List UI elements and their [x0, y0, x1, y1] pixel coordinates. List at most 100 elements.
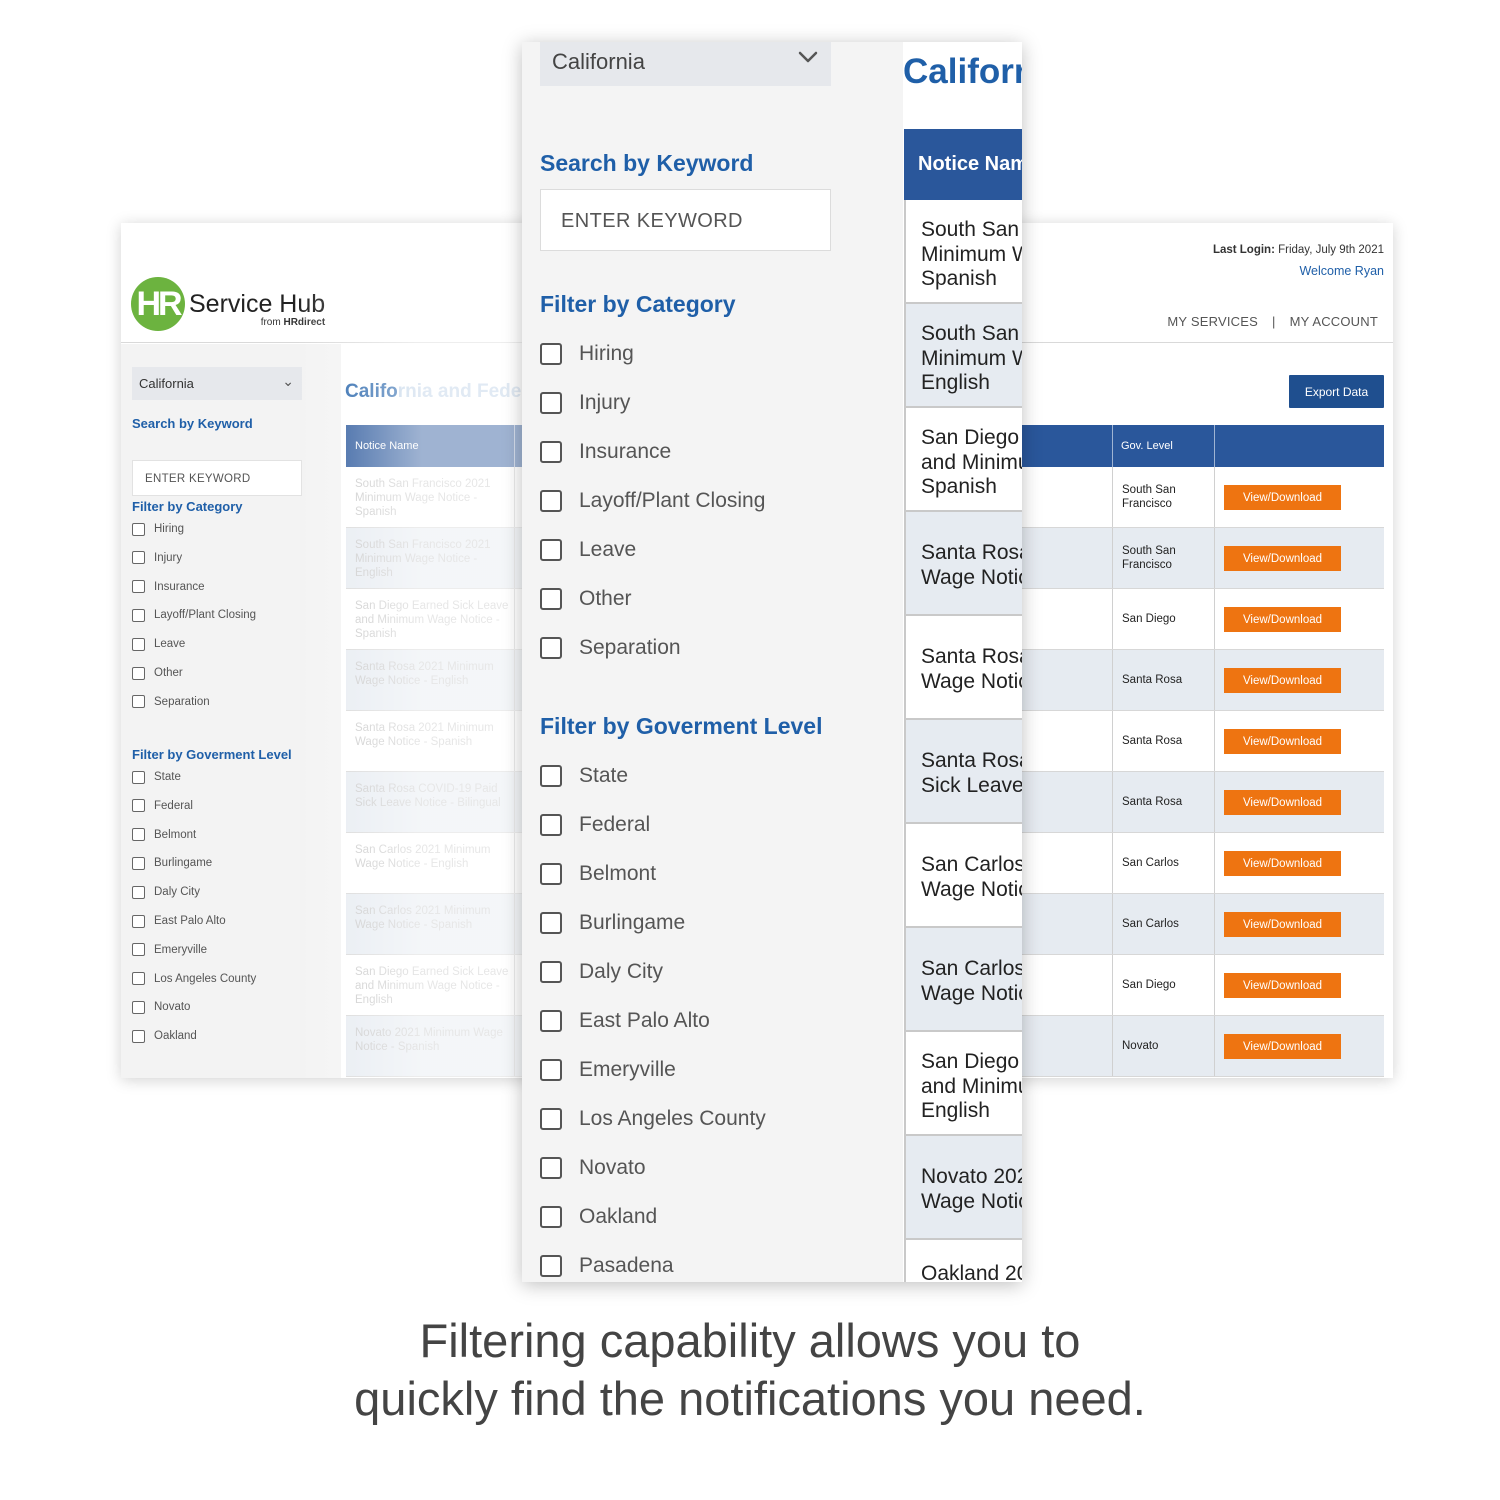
checkbox-categories-item[interactable]: Hiring: [132, 521, 184, 537]
checkbox[interactable]: [540, 1206, 562, 1228]
view-download-button[interactable]: View/Download: [1224, 912, 1341, 937]
keyword-search-input[interactable]: ENTER KEYWORD: [132, 460, 302, 496]
checkbox[interactable]: [132, 637, 145, 651]
checkbox[interactable]: [540, 490, 562, 512]
view-download-button[interactable]: View/Download: [1224, 790, 1341, 815]
checkbox-categories-item-zoomed[interactable]: Layoff/Plant Closing: [540, 488, 765, 514]
checkbox[interactable]: [132, 1000, 145, 1014]
checkbox-gov_levels-item-zoomed[interactable]: State: [540, 763, 628, 789]
checkbox[interactable]: [132, 856, 145, 870]
nav-my-account[interactable]: MY ACCOUNT: [1290, 314, 1378, 329]
checkbox-gov_levels-item-zoomed[interactable]: Daly City: [540, 959, 663, 985]
keyword-search-input-zoomed[interactable]: ENTER KEYWORD: [540, 189, 831, 251]
checkbox-gov_levels-item-zoomed[interactable]: Novato: [540, 1155, 646, 1181]
checkbox[interactable]: [132, 666, 145, 680]
checkbox-categories-item[interactable]: Injury: [132, 550, 182, 566]
checkbox[interactable]: [132, 943, 145, 957]
view-download-button[interactable]: View/Download: [1224, 729, 1341, 754]
checkbox[interactable]: [540, 441, 562, 463]
notice-name-fragment: Oakland 20: [921, 1262, 1022, 1282]
checkbox-gov_levels-item[interactable]: State: [132, 769, 181, 785]
checkbox[interactable]: [540, 912, 562, 934]
notice-name-cell: South San Francisco 2021 Minimum Wage No…: [355, 539, 491, 579]
col-divider: [1112, 1016, 1113, 1076]
checkbox-gov_levels-item-zoomed[interactable]: Pasadena: [540, 1253, 674, 1279]
checkbox[interactable]: [540, 588, 562, 610]
checkbox[interactable]: [540, 1010, 562, 1032]
checkbox[interactable]: [132, 885, 145, 899]
view-download-button[interactable]: View/Download: [1224, 485, 1341, 510]
checkbox-gov_levels-item-zoomed[interactable]: Federal: [540, 812, 650, 838]
view-download-button[interactable]: View/Download: [1224, 1034, 1341, 1059]
checkbox-gov_levels-item-zoomed[interactable]: Los Angeles County: [540, 1106, 766, 1132]
checkbox[interactable]: [132, 695, 145, 709]
checkbox-categories-item[interactable]: Other: [132, 665, 183, 681]
notice-name-fragment: Sick Leave N: [921, 773, 1022, 797]
welcome-link[interactable]: Welcome Ryan: [1299, 264, 1384, 278]
checkbox-categories-item[interactable]: Leave: [132, 636, 185, 652]
state-select[interactable]: California ⌄: [132, 367, 302, 400]
checkbox[interactable]: [540, 1059, 562, 1081]
checkbox-categories-item-zoomed[interactable]: Other: [540, 586, 632, 612]
checkbox-gov_levels-item[interactable]: Burlingame: [132, 855, 212, 871]
checkbox-gov_levels-item-zoomed[interactable]: Belmont: [540, 861, 656, 887]
checkbox-gov_levels-item[interactable]: Novato: [132, 999, 190, 1015]
checkbox[interactable]: [132, 799, 145, 813]
checkbox[interactable]: [132, 828, 145, 842]
col-divider: [1112, 467, 1113, 527]
checkbox[interactable]: [132, 522, 145, 536]
notice-name-cell: San Carlos 2021 Minimum Wage Notice - Sp…: [355, 905, 491, 931]
view-download-button[interactable]: View/Download: [1224, 851, 1341, 876]
checkbox[interactable]: [132, 551, 145, 565]
checkbox-gov_levels-item-zoomed[interactable]: Oakland: [540, 1204, 657, 1230]
checkbox[interactable]: [132, 580, 145, 594]
checkbox-gov_levels-item-zoomed[interactable]: Burlingame: [540, 910, 685, 936]
table-row-zoomed: South San FMinimum WEnglish: [904, 304, 1022, 408]
nav-my-services[interactable]: MY SERVICES: [1167, 314, 1258, 329]
service-hub-logo[interactable]: HR Service Hub from HRdirect: [131, 277, 325, 331]
checkbox[interactable]: [540, 637, 562, 659]
checkbox[interactable]: [540, 863, 562, 885]
view-download-button[interactable]: View/Download: [1224, 668, 1341, 693]
checkbox[interactable]: [540, 961, 562, 983]
export-data-button[interactable]: Export Data: [1289, 375, 1384, 408]
checkbox-gov_levels-item-zoomed[interactable]: East Palo Alto: [540, 1008, 710, 1034]
checkbox[interactable]: [132, 608, 145, 622]
checkbox[interactable]: [132, 1029, 145, 1043]
checkbox-gov_levels-item-zoomed[interactable]: Emeryville: [540, 1057, 676, 1083]
gov-level-cell: Santa Rosa: [1122, 674, 1183, 686]
checkbox[interactable]: [540, 1255, 562, 1277]
checkbox[interactable]: [132, 972, 145, 986]
checkbox-gov_levels-item[interactable]: Daly City: [132, 884, 200, 900]
checkbox-categories-item-zoomed[interactable]: Hiring: [540, 341, 634, 367]
checkbox[interactable]: [540, 765, 562, 787]
checkbox-gov_levels-item[interactable]: Federal: [132, 798, 193, 814]
checkbox[interactable]: [540, 1108, 562, 1130]
checkbox-categories-item[interactable]: Separation: [132, 694, 210, 710]
checkbox-categories-item-zoomed[interactable]: Insurance: [540, 439, 671, 465]
checkbox[interactable]: [132, 770, 145, 784]
checkbox-label: Other: [579, 587, 632, 610]
state-select-zoomed[interactable]: California: [540, 42, 831, 86]
checkbox[interactable]: [540, 814, 562, 836]
checkbox[interactable]: [540, 539, 562, 561]
checkbox[interactable]: [540, 343, 562, 365]
checkbox-categories-item-zoomed[interactable]: Injury: [540, 390, 630, 416]
checkbox-gov_levels-item[interactable]: Los Angeles County: [132, 971, 256, 987]
checkbox-gov_levels-item[interactable]: Belmont: [132, 827, 196, 843]
checkbox[interactable]: [132, 914, 145, 928]
checkbox[interactable]: [540, 1157, 562, 1179]
view-download-button[interactable]: View/Download: [1224, 973, 1341, 998]
checkbox-categories-item-zoomed[interactable]: Separation: [540, 635, 681, 661]
checkbox-categories-item[interactable]: Layoff/Plant Closing: [132, 607, 256, 623]
view-download-button[interactable]: View/Download: [1224, 546, 1341, 571]
view-download-button[interactable]: View/Download: [1224, 607, 1341, 632]
checkbox-gov_levels-item[interactable]: East Palo Alto: [132, 913, 226, 929]
checkbox-label: Daly City: [579, 960, 664, 983]
checkbox-categories-item-zoomed[interactable]: Leave: [540, 537, 636, 563]
notice-name-fragment: San Carlos 2: [921, 853, 1022, 876]
checkbox-gov_levels-item[interactable]: Emeryville: [132, 942, 207, 958]
checkbox[interactable]: [540, 392, 562, 414]
checkbox-categories-item[interactable]: Insurance: [132, 579, 205, 595]
checkbox-gov_levels-item[interactable]: Oakland: [132, 1028, 197, 1044]
